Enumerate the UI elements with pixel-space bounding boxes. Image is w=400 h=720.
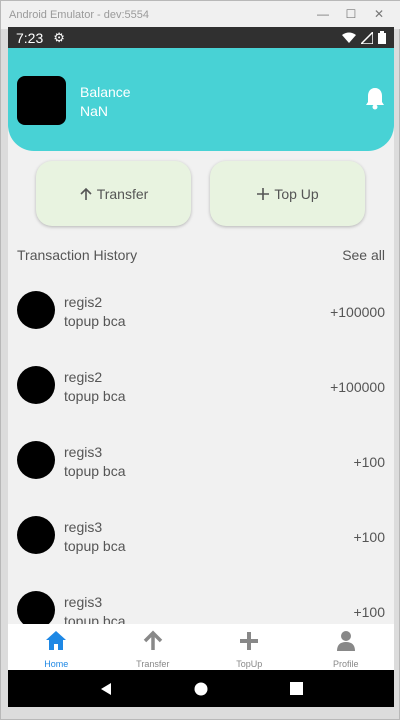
transaction-list: regis2 topup bca +100000 regis2 topup bc…	[8, 285, 394, 660]
transaction-desc: topup bca	[64, 463, 126, 479]
home-icon	[46, 631, 67, 650]
transfer-button[interactable]: Transfer	[36, 161, 191, 226]
transaction-name: regis3	[64, 519, 103, 535]
maximize-icon[interactable]: ☐	[337, 4, 365, 24]
balance-header: Balance NaN	[8, 48, 394, 151]
transaction-desc: topup bca	[64, 388, 126, 404]
transaction-desc: topup bca	[64, 313, 126, 329]
transaction-amount: +100000	[330, 304, 385, 320]
status-bar: 7:23 ⚙	[8, 27, 394, 48]
wifi-icon	[342, 32, 356, 43]
plus-icon	[240, 632, 259, 650]
status-icons	[342, 31, 386, 44]
transaction-row[interactable]: regis2 topup bca +100000	[8, 285, 394, 360]
status-time: 7:23	[16, 29, 44, 46]
transaction-row[interactable]: regis3 topup bca +100	[8, 510, 394, 585]
nav-profile-label: Profile	[332, 659, 359, 669]
nav-topup-label: TopUp	[236, 659, 263, 669]
arrow-up-icon	[143, 630, 162, 650]
transaction-amount: +100000	[330, 379, 385, 395]
home-circle-icon[interactable]	[194, 682, 208, 696]
transfer-button-label: Transfer	[96, 185, 149, 202]
transaction-avatar	[17, 291, 55, 329]
minimize-icon[interactable]: —	[309, 4, 337, 24]
phone-screen: 7:23 ⚙ Balance NaN Transfer Top Up Trans…	[8, 27, 394, 707]
transaction-amount: +100	[353, 454, 385, 470]
topup-button[interactable]: Top Up	[210, 161, 365, 226]
nav-transfer-label: Transfer	[136, 659, 170, 669]
nav-transfer[interactable]: Transfer	[105, 624, 202, 670]
gear-icon: ⚙	[53, 29, 65, 45]
transaction-amount: +100	[353, 529, 385, 545]
nav-profile[interactable]: Profile	[298, 624, 395, 670]
system-nav-bar	[8, 670, 394, 707]
transaction-avatar	[17, 366, 55, 404]
transaction-name: regis2	[64, 294, 103, 310]
bottom-nav: Home Transfer TopUp Profile	[8, 624, 394, 670]
transaction-row[interactable]: regis3 topup bca +100	[8, 435, 394, 510]
avatar[interactable]	[17, 76, 66, 125]
nav-home-label: Home	[44, 659, 69, 669]
history-header: Transaction History See all	[17, 247, 385, 263]
transaction-amount: +100	[353, 604, 385, 620]
emulator-window: Android Emulator - dev:5554 — ☐ ✕ 7:23 ⚙…	[0, 0, 400, 720]
close-icon[interactable]: ✕	[365, 4, 393, 24]
arrow-up-icon	[80, 187, 92, 200]
transaction-name: regis3	[64, 594, 103, 610]
window-controls: — ☐ ✕	[309, 4, 393, 24]
person-icon	[336, 631, 355, 651]
topup-button-label: Top Up	[274, 185, 319, 202]
battery-icon	[378, 31, 386, 44]
transaction-avatar	[17, 441, 55, 479]
transaction-desc: topup bca	[64, 538, 126, 554]
bell-icon[interactable]	[364, 86, 386, 110]
back-icon[interactable]	[99, 682, 113, 696]
transaction-avatar	[17, 516, 55, 554]
transaction-name: regis2	[64, 369, 103, 385]
transaction-name: regis3	[64, 444, 103, 460]
signal-icon	[361, 31, 373, 44]
history-title: Transaction History	[17, 247, 138, 263]
see-all-link[interactable]: See all	[342, 247, 385, 263]
nav-topup[interactable]: TopUp	[201, 624, 298, 670]
balance-value: NaN	[80, 103, 109, 119]
transaction-row[interactable]: regis2 topup bca +100000	[8, 360, 394, 435]
balance-label: Balance	[80, 84, 131, 100]
recents-icon[interactable]	[290, 682, 304, 695]
nav-home[interactable]: Home	[8, 624, 105, 670]
plus-icon	[257, 187, 270, 200]
